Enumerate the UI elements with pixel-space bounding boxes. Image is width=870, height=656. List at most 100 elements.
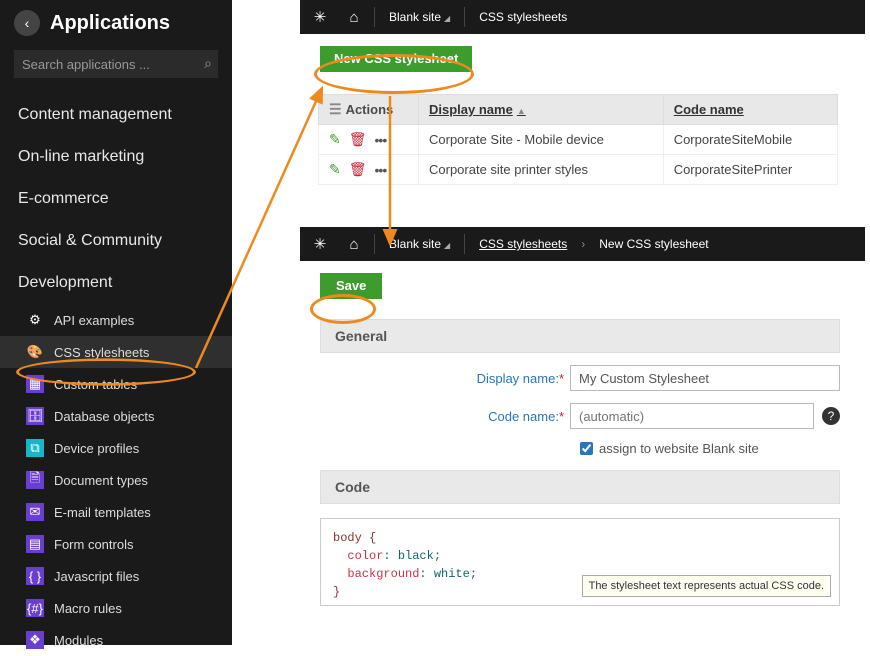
sidebar-cat-development[interactable]: Development xyxy=(0,262,232,304)
sidebar-item-macro-rules[interactable]: {#} Macro rules xyxy=(0,592,232,624)
breadcrumb-link[interactable]: CSS stylesheets xyxy=(471,237,575,251)
breadcrumb-site[interactable]: Blank site◢ xyxy=(381,10,458,24)
divider xyxy=(374,7,375,27)
mail-icon: ✉ xyxy=(26,503,44,521)
palette-icon: 🎨 xyxy=(26,343,44,361)
breadcrumb-page: CSS stylesheets xyxy=(471,10,575,24)
section-general: General xyxy=(320,319,840,353)
edit-icon[interactable]: ✎ xyxy=(329,131,341,148)
delete-icon[interactable]: 🗑 xyxy=(349,161,367,178)
devices-icon: ⧉ xyxy=(26,439,44,457)
sort-asc-icon: ▲ xyxy=(517,106,526,116)
table-row: ✎ 🗑 ••• Corporate Site - Mobile device Cor… xyxy=(319,125,838,155)
sidebar-item-document-types[interactable]: 🗎 Document types xyxy=(0,464,232,496)
cell-code: CorporateSiteMobile xyxy=(663,125,837,155)
sidebar-item-javascript-files[interactable]: { }Javascript files xyxy=(0,560,232,592)
sidebar-item-api-examples[interactable]: ⚙ API examples xyxy=(0,304,232,336)
content: ✳ ⌂ Blank site◢ CSS stylesheets New CSS … xyxy=(300,0,865,606)
sidebar: ‹ Applications ⌕ Content management On-l… xyxy=(0,0,232,645)
search-wrap: ⌕ xyxy=(14,50,218,78)
col-actions: ☰Actions xyxy=(319,95,419,125)
cell-display: Corporate Site - Mobile device xyxy=(419,125,664,155)
divider xyxy=(464,234,465,254)
sidebar-item-label: Device profiles xyxy=(54,441,139,456)
home-icon[interactable]: ⌂ xyxy=(340,227,368,261)
code-editor[interactable]: body { color: black; background: white; … xyxy=(320,518,840,606)
save-button[interactable]: Save xyxy=(320,273,382,299)
sidebar-cat-marketing[interactable]: On-line marketing xyxy=(0,136,232,178)
app-logo-icon[interactable]: ✳ xyxy=(306,227,334,261)
sidebar-item-label: Document types xyxy=(54,473,148,488)
gear-icon: ⚙ xyxy=(26,311,44,329)
sidebar-item-form-controls[interactable]: ▤ Form controls xyxy=(0,528,232,560)
tooltip: The stylesheet text represents actual CS… xyxy=(582,575,831,598)
sidebar-item-label: E-mail templates xyxy=(54,505,151,520)
table-row: ✎🗑••• Corporate site printer styles Corp… xyxy=(319,155,838,185)
help-icon[interactable]: ? xyxy=(822,407,840,425)
sidebar-item-label: Javascript files xyxy=(54,569,139,584)
breadcrumb-site[interactable]: Blank site◢ xyxy=(381,237,458,251)
breadcrumb-sep: › xyxy=(581,237,585,251)
back-button[interactable]: ‹ xyxy=(14,10,40,36)
app-logo-icon[interactable]: ✳ xyxy=(306,0,334,34)
required-mark: * xyxy=(559,371,564,386)
action-bar-1: New CSS stylesheet xyxy=(300,40,865,78)
sidebar-item-database-objects[interactable]: 🗄 Database objects xyxy=(0,400,232,432)
sidebar-item-label: API examples xyxy=(54,313,134,328)
hamburger-icon[interactable]: ☰ xyxy=(329,101,342,117)
sidebar-item-css-stylesheets[interactable]: 🎨CSS stylesheets xyxy=(0,336,232,368)
panel-new-css: ✳ ⌂ Blank site◢ CSS stylesheets › New CS… xyxy=(300,227,865,606)
more-icon[interactable]: ••• xyxy=(375,132,387,148)
doc-icon: 🗎 xyxy=(26,471,44,489)
row-actions: ✎ 🗑 ••• xyxy=(329,161,408,178)
row-code-name: Code name:* ? xyxy=(320,403,840,429)
app-title: Applications xyxy=(50,12,170,35)
label-assign: assign to website Blank site xyxy=(599,441,759,456)
sidebar-item-email-templates[interactable]: ✉ E-mail templates xyxy=(0,496,232,528)
row-display-name: Display name:* xyxy=(320,365,840,391)
sidebar-cat-content[interactable]: Content management xyxy=(0,94,232,136)
sidebar-item-label: Macro rules xyxy=(54,601,122,616)
sidebar-item-label: Form controls xyxy=(54,537,133,552)
sidebar-cat-social[interactable]: Social & Community xyxy=(0,220,232,262)
sidebar-item-device-profiles[interactable]: ⧉ Device profiles xyxy=(0,432,232,464)
home-icon[interactable]: ⌂ xyxy=(340,0,368,34)
breadcrumb-current: New CSS stylesheet xyxy=(591,237,716,251)
sidebar-item-label: Database objects xyxy=(54,409,154,424)
sidebar-item-custom-tables[interactable]: ▦ Custom tables xyxy=(0,368,232,400)
sidebar-item-label: Modules xyxy=(54,633,103,648)
section-code: Code xyxy=(320,470,840,504)
sidebar-cat-ecommerce[interactable]: E-commerce xyxy=(0,178,232,220)
css-grid: ☰Actions Display name▲ Code name ✎ 🗑 ••• C… xyxy=(318,94,838,185)
sidebar-item-modules[interactable]: ❖Modules xyxy=(0,624,232,656)
col-code-name[interactable]: Code name xyxy=(663,95,837,125)
input-code-name[interactable] xyxy=(570,403,814,429)
sidebar-header: ‹ Applications xyxy=(0,10,232,50)
divider xyxy=(464,7,465,27)
sidebar-item-label: Custom tables xyxy=(54,377,137,392)
row-assign: assign to website Blank site xyxy=(580,441,865,456)
divider xyxy=(374,234,375,254)
row-actions: ✎ 🗑 ••• xyxy=(329,131,408,148)
cell-display: Corporate site printer styles xyxy=(419,155,664,185)
form-icon: ▤ xyxy=(26,535,44,553)
search-input[interactable] xyxy=(14,50,218,78)
edit-icon[interactable]: ✎ xyxy=(329,161,341,178)
required-mark: * xyxy=(559,409,564,424)
delete-icon[interactable]: 🗑 xyxy=(349,131,367,148)
action-bar-2: Save xyxy=(300,267,865,305)
db-icon: 🗄 xyxy=(26,407,44,425)
table-icon: ▦ xyxy=(26,375,44,393)
col-display-name[interactable]: Display name▲ xyxy=(419,95,664,125)
checkbox-assign[interactable] xyxy=(580,442,593,455)
search-icon[interactable]: ⌕ xyxy=(204,55,212,72)
input-display-name[interactable] xyxy=(570,365,840,391)
more-icon[interactable]: ••• xyxy=(375,162,387,178)
topbar-1: ✳ ⌂ Blank site◢ CSS stylesheets xyxy=(300,0,865,34)
macro-icon: {#} xyxy=(26,599,44,617)
label-display-name: Display name:* xyxy=(320,371,570,386)
new-css-button[interactable]: New CSS stylesheet xyxy=(320,46,472,72)
label-code-name: Code name:* xyxy=(320,409,570,424)
chevron-down-icon: ◢ xyxy=(444,14,450,23)
chevron-down-icon: ◢ xyxy=(444,241,450,250)
